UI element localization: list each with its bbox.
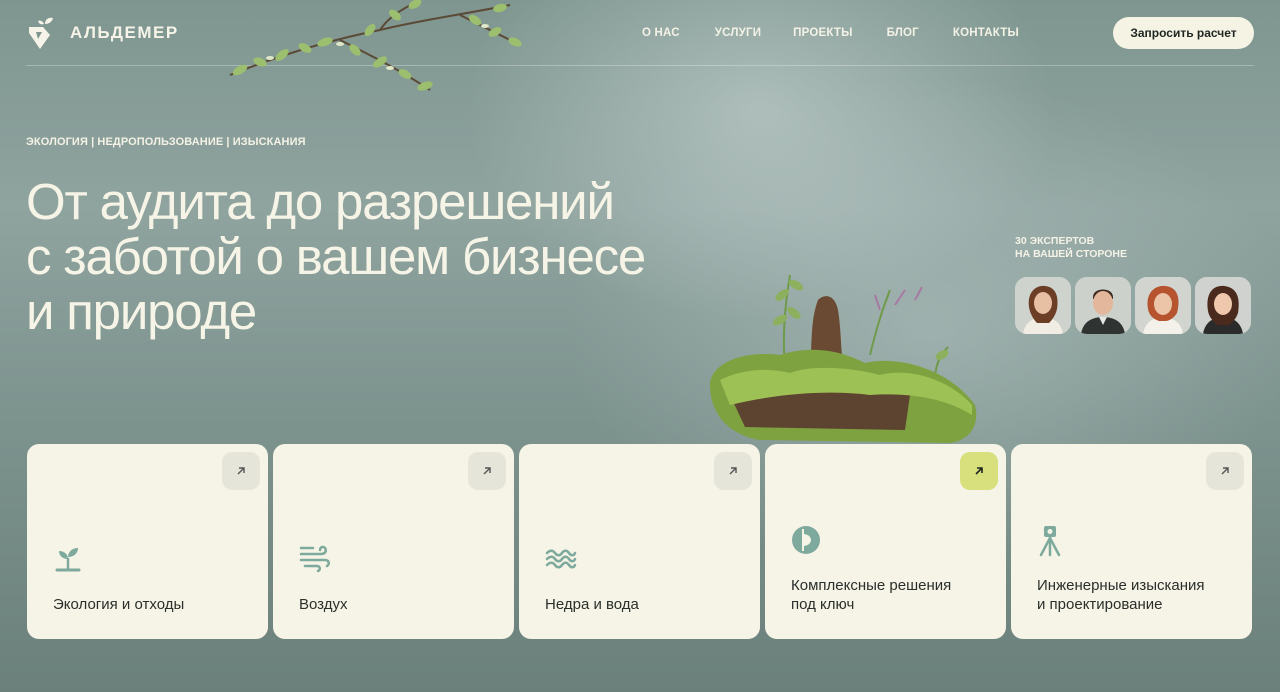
arrow-icon[interactable] (714, 452, 752, 490)
avatar[interactable] (1015, 277, 1071, 334)
card-title-line: и проектирование (1037, 596, 1163, 613)
nav-item-services[interactable]: УСЛУГИ (715, 27, 761, 39)
experts-label-line: НА ВАШЕЙ СТОРОНЕ (1015, 248, 1128, 260)
card-title-line: Воздух (299, 596, 348, 613)
nav-item-contacts[interactable]: КОНТАКТЫ (953, 27, 1019, 39)
waves-icon (545, 549, 577, 569)
service-card-subsoil-water[interactable]: Недра и вода (519, 444, 760, 639)
arrow-icon[interactable] (222, 452, 260, 490)
service-cards: Экология и отходы Воздух Недра и вода Ко… (27, 444, 1252, 639)
experts-label-line: 30 ЭКСПЕРТОВ (1015, 235, 1095, 247)
card-title: Недра и вода (545, 595, 639, 614)
logo-icon (29, 17, 53, 49)
arrow-icon[interactable] (1206, 452, 1244, 490)
hero-headline: От аудита до разрешений с заботой о ваше… (26, 173, 646, 340)
avatar[interactable] (1195, 277, 1251, 334)
card-title-line: Недра и вода (545, 596, 639, 613)
service-card-ecology[interactable]: Экология и отходы (27, 444, 268, 639)
moss-illustration (710, 274, 977, 443)
headline-line: и природе (26, 283, 257, 340)
card-title: Комплексные решения под ключ (791, 576, 951, 614)
card-title-line: под ключ (791, 596, 855, 613)
sprout-icon (55, 548, 81, 572)
request-quote-button[interactable]: Запросить расчет (1113, 17, 1254, 49)
logo-text: АЛЬДЕМЕР (70, 23, 179, 42)
wind-icon (299, 545, 330, 573)
avatar[interactable] (1075, 277, 1131, 334)
avatar[interactable] (1135, 277, 1191, 334)
experts-avatars (1015, 277, 1251, 334)
branch-illustration (229, 0, 522, 91)
main-nav: О НАС УСЛУГИ ПРОЕКТЫ БЛОГ КОНТАКТЫ (642, 27, 1019, 39)
nav-item-blog[interactable]: БЛОГ (887, 27, 919, 39)
nav-item-projects[interactable]: ПРОЕКТЫ (793, 27, 852, 39)
tripod-icon (1039, 526, 1061, 557)
hero-tagline: ЭКОЛОГИЯ | НЕДРОПОЛЬЗОВАНИЕ | ИЗЫСКАНИЯ (26, 136, 306, 148)
service-card-engineering[interactable]: Инженерные изыскания и проектирование (1011, 444, 1252, 639)
arrow-icon[interactable] (468, 452, 506, 490)
card-title: Экология и отходы (53, 595, 184, 614)
logo[interactable]: АЛЬДЕМЕР (26, 15, 179, 51)
headline-line: От аудита до разрешений (26, 173, 615, 230)
service-card-turnkey[interactable]: Комплексные решения под ключ (765, 444, 1006, 639)
experts-label: 30 ЭКСПЕРТОВ НА ВАШЕЙ СТОРОНЕ (1015, 235, 1127, 261)
service-card-air[interactable]: Воздух (273, 444, 514, 639)
card-title-line: Комплексные решения (791, 577, 952, 594)
circle-half-icon (792, 526, 820, 554)
card-title-line: Экология и отходы (53, 596, 185, 613)
nav-item-about[interactable]: О НАС (642, 27, 680, 39)
arrow-icon[interactable] (960, 452, 998, 490)
card-title: Инженерные изыскания и проектирование (1037, 576, 1205, 614)
card-title: Воздух (299, 595, 347, 614)
card-title-line: Инженерные изыскания (1037, 577, 1205, 594)
headline-line: с заботой о вашем бизнесе (26, 228, 646, 285)
site-header: АЛЬДЕМЕР О НАС УСЛУГИ ПРОЕКТЫ БЛОГ КОНТА… (26, 0, 1254, 66)
